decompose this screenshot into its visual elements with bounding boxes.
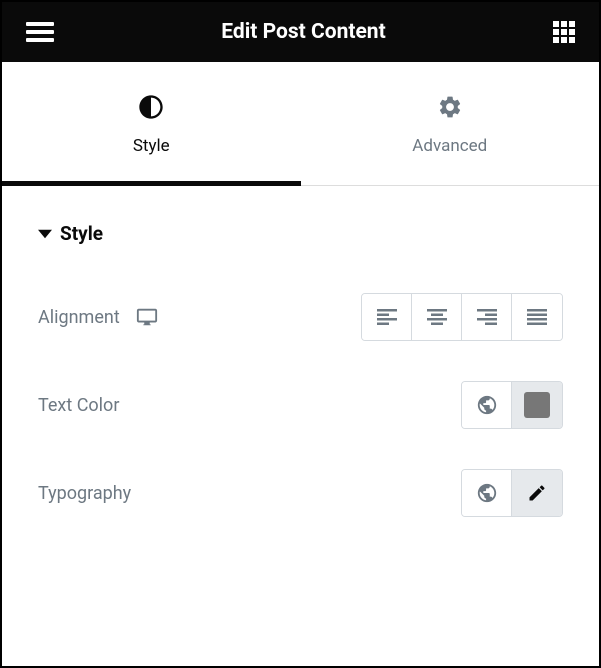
- menu-icon[interactable]: [26, 22, 54, 42]
- tab-style[interactable]: Style: [2, 62, 301, 185]
- typography-button-group: [461, 469, 563, 517]
- desktop-icon[interactable]: [136, 306, 158, 328]
- panel-content: Style Alignment: [2, 186, 599, 517]
- control-alignment: Alignment: [38, 293, 563, 341]
- half-circle-icon: [136, 92, 166, 122]
- typography-label: Typography: [38, 483, 131, 504]
- align-right-button[interactable]: [462, 294, 512, 340]
- color-picker-button[interactable]: [512, 382, 562, 428]
- control-typography: Typography: [38, 469, 563, 517]
- gear-icon: [435, 92, 465, 122]
- align-left-button[interactable]: [362, 294, 412, 340]
- tab-style-label: Style: [133, 136, 170, 156]
- page-title: Edit Post Content: [54, 20, 553, 44]
- align-justify-button[interactable]: [512, 294, 562, 340]
- top-header: Edit Post Content: [2, 2, 599, 62]
- align-center-button[interactable]: [412, 294, 462, 340]
- text-color-button-group: [461, 381, 563, 429]
- control-text-color: Text Color: [38, 381, 563, 429]
- section-header-style[interactable]: Style: [38, 222, 563, 245]
- alignment-button-group: [361, 293, 563, 341]
- tab-advanced-label: Advanced: [412, 136, 487, 156]
- apps-grid-icon[interactable]: [553, 21, 575, 43]
- section-title: Style: [60, 222, 103, 245]
- pencil-icon: [527, 483, 547, 503]
- alignment-label: Alignment: [38, 307, 120, 328]
- text-color-label: Text Color: [38, 395, 119, 416]
- tab-advanced[interactable]: Advanced: [301, 62, 600, 185]
- global-color-button[interactable]: [462, 382, 512, 428]
- globe-icon: [476, 482, 498, 504]
- tabs-container: Style Advanced: [2, 62, 599, 186]
- globe-icon: [476, 394, 498, 416]
- color-swatch: [524, 392, 550, 418]
- global-typography-button[interactable]: [462, 470, 512, 516]
- chevron-down-icon: [38, 227, 52, 241]
- typography-edit-button[interactable]: [512, 470, 562, 516]
